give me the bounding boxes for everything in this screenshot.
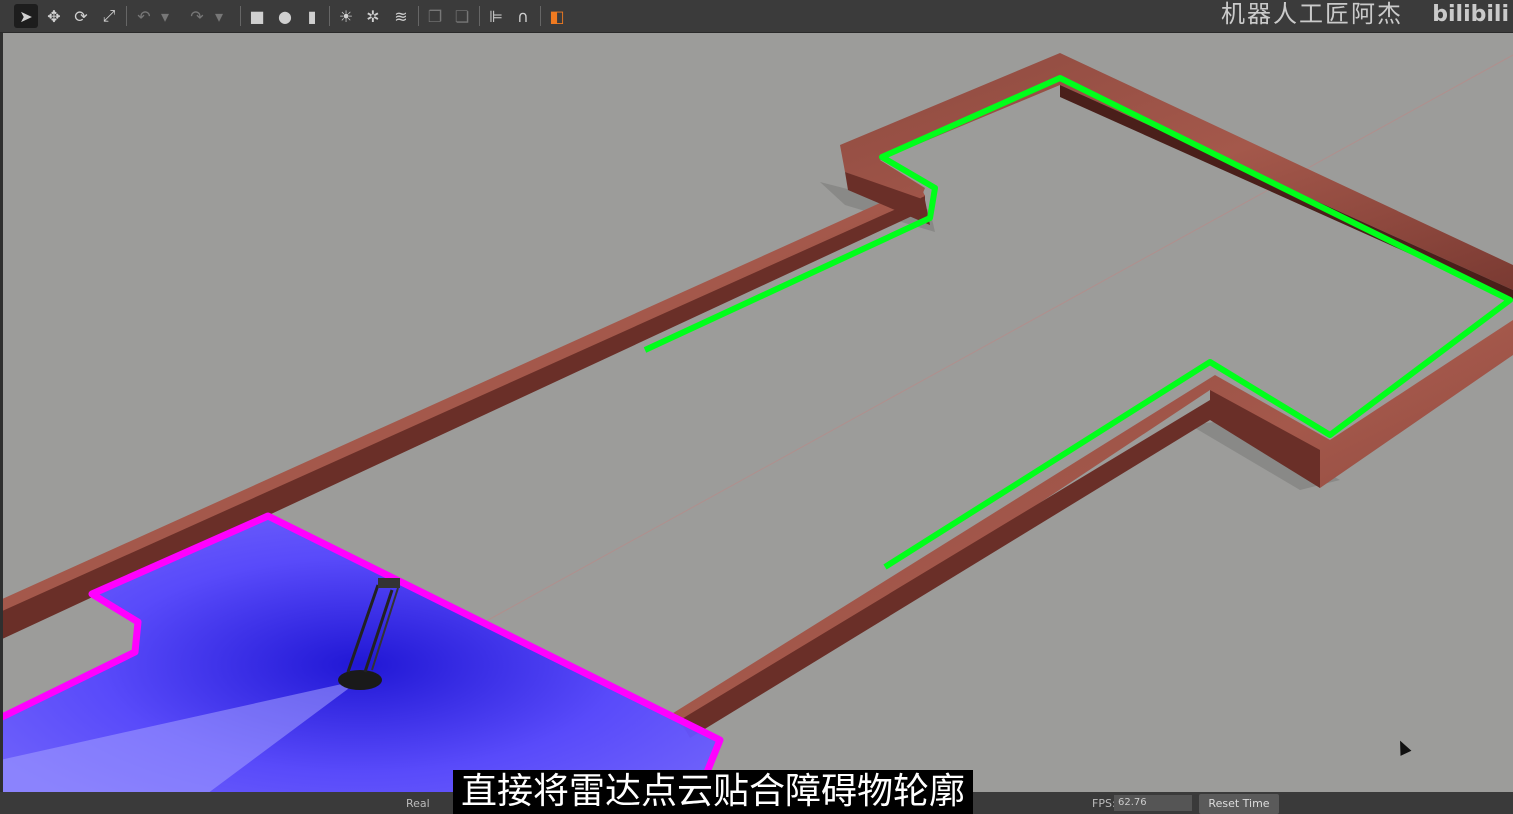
fps-label: FPS:: [1092, 797, 1116, 810]
bilibili-logo: bilibili: [1432, 2, 1509, 27]
redo-icon[interactable]: ↷: [185, 4, 209, 28]
undo-dropdown-icon[interactable]: ▾: [158, 4, 172, 28]
copy-icon[interactable]: ❐: [423, 4, 447, 28]
select-mode-icon[interactable]: ➤: [14, 4, 38, 28]
toolbar-separator: [479, 6, 480, 26]
gazebo-toolbar: ➤ ✥ ⟳ ⤢ ↶ ▾ ↷ ▾ ■ ● ▮ ☀ ✲ ≋ ❐ ❏ ⊫ ∩ ◧ 机器…: [0, 0, 1513, 33]
toolbar-separator: [540, 6, 541, 26]
change-view-icon[interactable]: ◧: [545, 4, 569, 28]
3d-viewport[interactable]: [0, 33, 1513, 814]
fps-value: 62.76: [1114, 795, 1192, 811]
scale-mode-icon[interactable]: ⤢: [97, 4, 121, 28]
paste-icon[interactable]: ❏: [450, 4, 474, 28]
viewport-left-border: [0, 33, 3, 814]
rotate-mode-icon[interactable]: ⟳: [69, 4, 93, 28]
undo-icon[interactable]: ↶: [132, 4, 156, 28]
toolbar-separator: [126, 6, 127, 26]
directional-light-icon[interactable]: ≋: [389, 4, 413, 28]
watermark-text: 机器人工匠阿杰: [1221, 0, 1403, 28]
align-icon[interactable]: ⊫: [484, 4, 508, 28]
spot-light-icon[interactable]: ✲: [361, 4, 385, 28]
toolbar-separator: [418, 6, 419, 26]
point-light-icon[interactable]: ☀: [334, 4, 358, 28]
snap-icon[interactable]: ∩: [511, 4, 535, 28]
cylinder-shape-icon[interactable]: ▮: [300, 4, 324, 28]
sphere-shape-icon[interactable]: ●: [273, 4, 297, 28]
reset-time-button[interactable]: Reset Time: [1199, 794, 1279, 814]
video-subtitle: 直接将雷达点云贴合障碍物轮廓: [453, 770, 974, 814]
translate-mode-icon[interactable]: ✥: [42, 4, 66, 28]
toolbar-separator: [240, 6, 241, 26]
real-time-label: Real: [406, 797, 430, 810]
box-shape-icon[interactable]: ■: [245, 4, 269, 28]
redo-dropdown-icon[interactable]: ▾: [212, 4, 226, 28]
toolbar-separator: [329, 6, 330, 26]
